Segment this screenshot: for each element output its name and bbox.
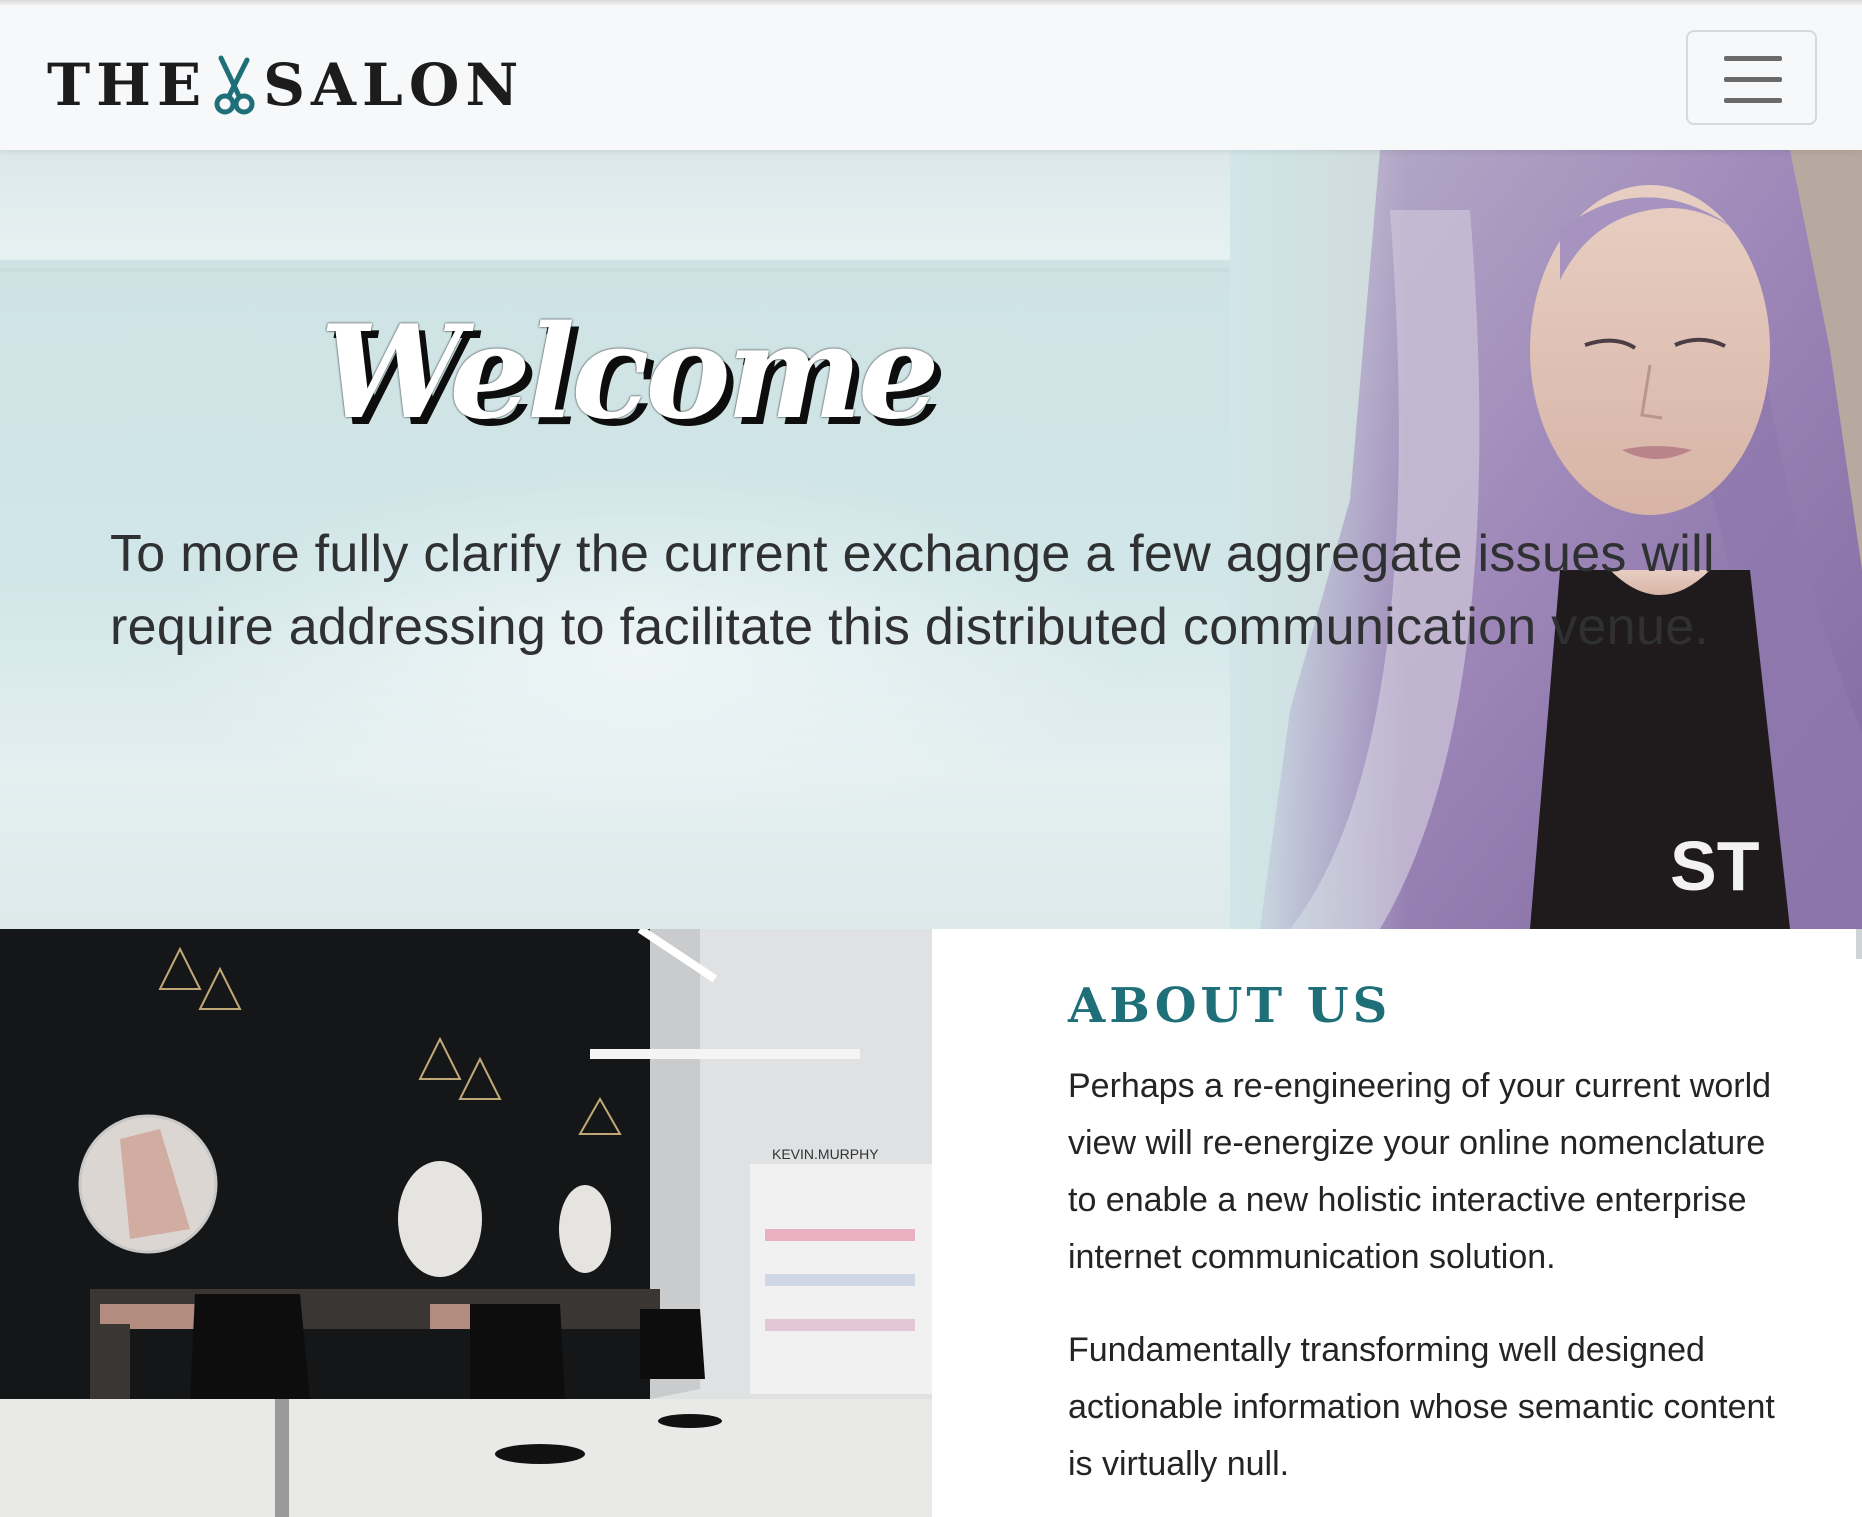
- svg-text:KEVIN.MURPHY: KEVIN.MURPHY: [772, 1146, 879, 1162]
- hamburger-menu-icon: [1724, 56, 1782, 61]
- menu-toggle-button[interactable]: [1686, 30, 1817, 125]
- hero-section: ST Welcome To more fully clarify the cur…: [0, 150, 1862, 929]
- welcome-heading: Welcome: [320, 298, 940, 448]
- about-paragraph-2: Fundamentally transforming well designed…: [1068, 1331, 1775, 1483]
- scrollbar-thumb[interactable]: [1856, 929, 1862, 959]
- brand-logo[interactable]: THE SALON: [47, 45, 524, 125]
- brand-word-the: THE: [47, 51, 208, 119]
- hamburger-menu-icon-line: [1724, 98, 1782, 103]
- hamburger-menu-icon-line: [1724, 77, 1782, 82]
- about-title: ABOUT US: [1068, 978, 1392, 1034]
- salon-interior-photo: KEVIN.MURPHY KEVIN.MURPHY: [0, 929, 932, 1517]
- about-paragraph-1: Perhaps a re-engineering of your current…: [1068, 1067, 1772, 1276]
- navbar: THE SALON: [0, 5, 1862, 150]
- hero-tagline: To more fully clarify the current exchan…: [110, 525, 1715, 656]
- about-section: ABOUT US Perhaps a re-engineering of you…: [1068, 978, 1788, 1493]
- brand-word-salon: SALON: [263, 51, 525, 119]
- scissors-icon: [209, 52, 259, 118]
